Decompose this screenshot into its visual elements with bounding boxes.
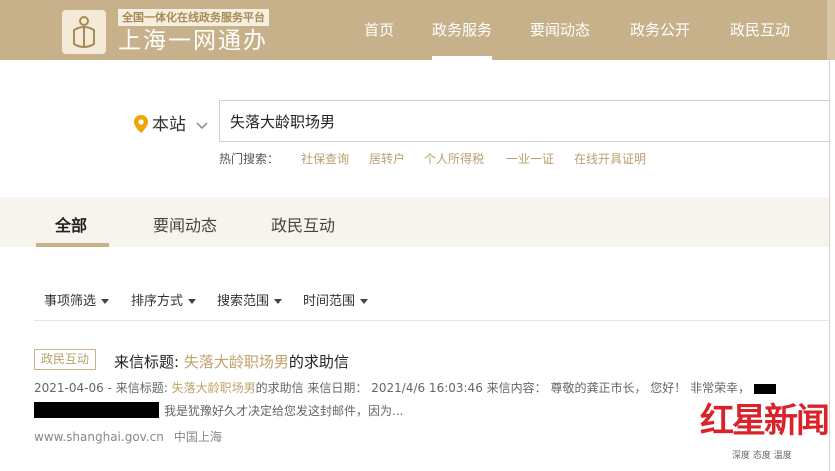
filter-item-type-label: 事项筛选 (44, 294, 97, 309)
result-tabs (0, 197, 835, 247)
filter-divider (34, 320, 829, 321)
result-snippet: 2021-04-06 - 来信标题: 失落大龄职场男的求助信 来信日期： 202… (34, 379, 777, 396)
redaction-bar (754, 383, 777, 394)
watermark-slogan: 深度 态度 温度 (732, 451, 792, 461)
nav-home[interactable]: 首页 (364, 0, 394, 60)
location-pin-icon (134, 115, 148, 137)
snippet-rest: 的求助信 来信日期： 2021/4/6 16:03:46 来信内容： 尊敬的龚正… (255, 381, 751, 395)
hot-link-online-certificate[interactable]: 在线开具证明 (574, 150, 646, 167)
header-edge (827, 0, 835, 60)
hot-link-social-security[interactable]: 社保查询 (301, 150, 349, 167)
snippet-highlight: 失落大龄职场男 (171, 381, 256, 395)
result-title-link[interactable]: 来信标题: 失落大龄职场男的求助信 (114, 351, 349, 372)
filter-sort-label: 排序方式 (131, 294, 184, 309)
watermark-logo-text: 红星新闻 (700, 401, 830, 441)
nav-citizen-interaction[interactable]: 政民互动 (730, 0, 790, 60)
filter-scope-label: 搜索范围 (217, 294, 270, 309)
red-star-news-watermark: 红星新闻 深度 态度 温度 (700, 401, 830, 461)
search-input[interactable] (230, 101, 730, 141)
snippet-title-label: 来信标题: (115, 381, 172, 395)
top-header: 全国一体化在线政务服务平台 上海一网通办 首页 政务服务 要闻动态 政务公开 政… (0, 0, 835, 60)
filter-time[interactable]: 时间范围 (303, 290, 369, 309)
nav-public-affairs[interactable]: 政务公开 (630, 0, 690, 60)
site-scope-label[interactable]: 本站 (152, 110, 186, 135)
result-date: 2021-04-06 - (34, 381, 112, 395)
search-box (219, 100, 835, 142)
nav-government-services[interactable]: 政务服务 (432, 0, 493, 60)
shanghai-emblem-icon[interactable] (62, 10, 106, 54)
active-tab-indicator (36, 243, 109, 247)
result-source: www.shanghai.gov.cn 中国上海 (34, 428, 232, 445)
redaction-bar (34, 402, 159, 418)
caret-down-icon (101, 299, 110, 304)
filter-time-label: 时间范围 (303, 294, 356, 309)
nav-news[interactable]: 要闻动态 (530, 0, 590, 60)
tab-all[interactable]: 全部 (55, 212, 87, 236)
tab-news[interactable]: 要闻动态 (153, 212, 217, 236)
caret-down-icon (360, 299, 369, 304)
result-url[interactable]: www.shanghai.gov.cn (34, 430, 164, 444)
result-source-name: 中国上海 (173, 430, 222, 444)
hot-search-label: 热门搜索： (219, 152, 280, 166)
window-edge (829, 60, 835, 471)
snippet-line-2: 我是犹豫好久才决定给您发这封邮件，因为... (164, 404, 404, 418)
filter-scope[interactable]: 搜索范围 (217, 290, 283, 309)
caret-down-icon (274, 299, 283, 304)
result-title-suffix: 的求助信 (288, 353, 349, 371)
category-badge: 政民互动 (34, 349, 97, 370)
hot-link-residence[interactable]: 居转户 (369, 150, 405, 167)
hot-link-one-license[interactable]: 一业一证 (506, 150, 554, 167)
result-title-highlight: 失落大龄职场男 (183, 353, 289, 371)
platform-tag: 全国一体化在线政务服务平台 (118, 9, 269, 26)
result-title-prefix: 来信标题: (114, 353, 184, 371)
site-title[interactable]: 上海一网通办 (118, 27, 268, 55)
hot-link-income-tax[interactable]: 个人所得税 (424, 150, 484, 167)
filter-sort[interactable]: 排序方式 (131, 290, 197, 309)
caret-down-icon (188, 299, 197, 304)
tab-citizen-interaction[interactable]: 政民互动 (271, 212, 335, 236)
chevron-down-icon[interactable] (196, 116, 208, 135)
filter-item-type[interactable]: 事项筛选 (44, 290, 110, 309)
